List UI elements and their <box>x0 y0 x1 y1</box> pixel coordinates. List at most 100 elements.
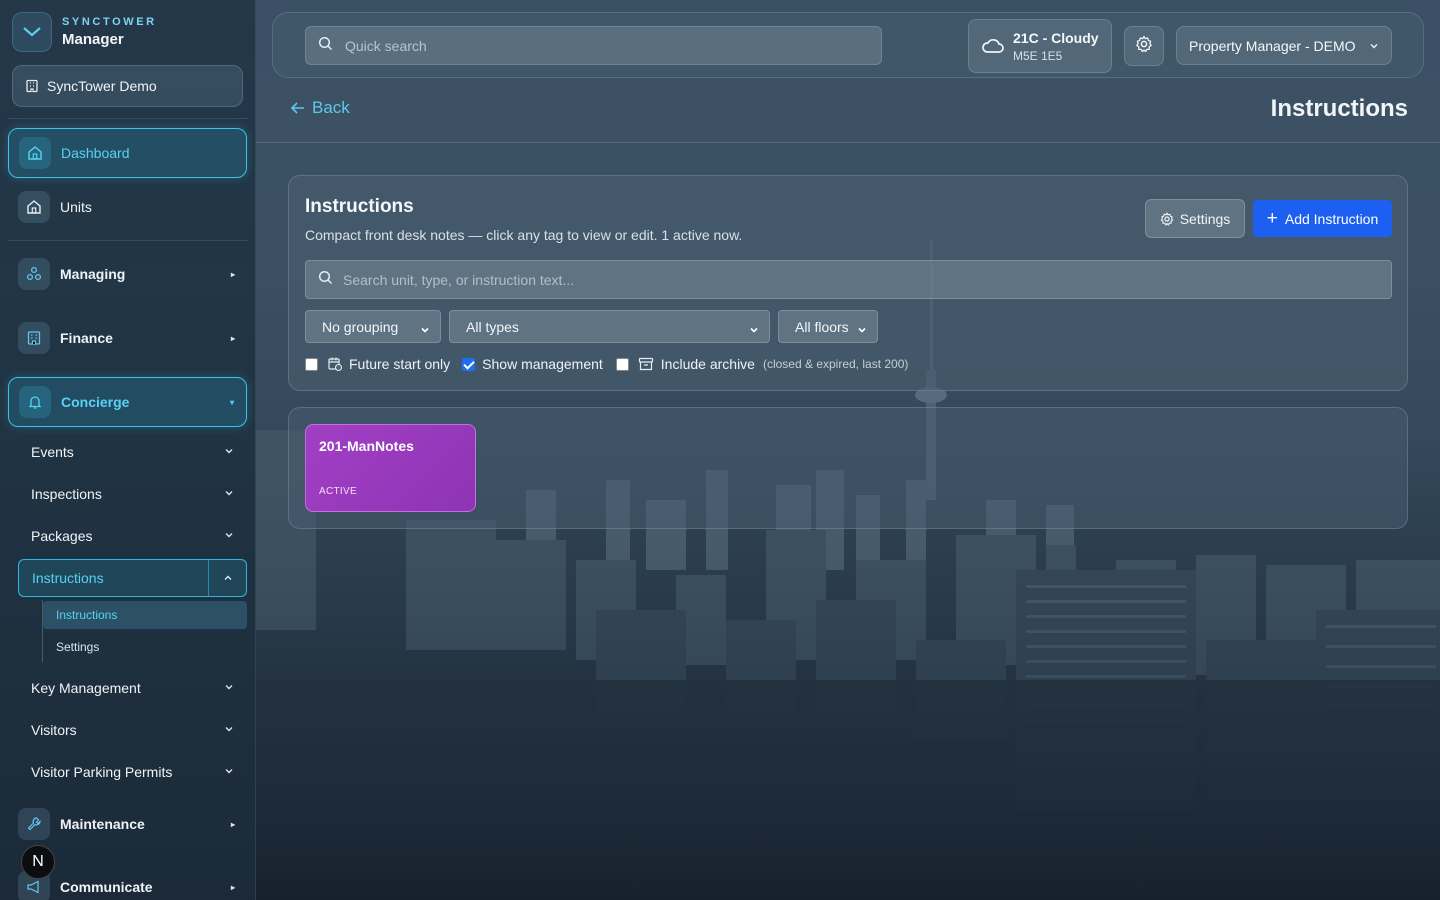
settings-button[interactable]: Settings <box>1145 199 1245 238</box>
brand-subtitle: SYNCTOWER <box>62 16 157 28</box>
filter-row: Future start only Show management Includ… <box>305 356 908 372</box>
show-management-filter[interactable]: Show management <box>462 356 603 372</box>
building-icon <box>25 79 39 93</box>
wrench-icon <box>18 808 50 840</box>
home-icon <box>18 191 50 223</box>
caret-right-icon: ▸ <box>230 819 235 829</box>
sidebar-item-managing[interactable]: Managing ▸ <box>8 249 247 299</box>
instruction-tag-name: 201-ManNotes <box>319 438 414 454</box>
brand-logo-icon <box>12 12 52 52</box>
instruction-tag-status: ACTIVE <box>319 486 357 497</box>
include-archive-checkbox[interactable] <box>615 357 629 371</box>
sidebar-subitem-events[interactable]: Events <box>18 433 247 471</box>
cloud-icon <box>981 37 1005 55</box>
instruction-search-input[interactable] <box>343 271 1343 288</box>
network-icon <box>18 258 50 290</box>
chevron-down-icon <box>223 528 235 544</box>
sidebar-item-label: Concierge <box>61 394 130 410</box>
future-start-label: Future start only <box>349 356 451 372</box>
sidebar-subitem-label: Visitors <box>31 722 77 738</box>
assistant-badge[interactable]: N <box>21 845 55 879</box>
chevron-down-icon <box>223 444 235 460</box>
divider <box>8 240 248 241</box>
sidebar-item-units[interactable]: Units <box>8 182 247 232</box>
sidebar-item-label: Managing <box>60 266 126 282</box>
sidebar-item-concierge[interactable]: Concierge ▾ <box>8 377 247 427</box>
building-selector[interactable]: SyncTower Demo <box>12 65 243 107</box>
chevron-down-icon <box>420 322 430 338</box>
quick-search-input[interactable] <box>345 37 845 54</box>
panel-description: Compact front desk notes — click any tag… <box>305 227 743 243</box>
archive-note: (closed & expired, last 200) <box>762 357 909 371</box>
chevron-down-icon <box>749 322 759 338</box>
floor-value: All floors <box>795 318 849 335</box>
chevron-down-icon <box>223 764 235 780</box>
grouping-value: No grouping <box>322 318 399 335</box>
type-select[interactable]: All types <box>449 310 770 343</box>
future-start-filter[interactable]: Future start only <box>305 356 450 372</box>
add-instruction-button[interactable]: + Add Instruction <box>1253 200 1392 237</box>
type-value: All types <box>466 318 519 335</box>
floor-select[interactable]: All floors <box>778 310 878 343</box>
chevron-down-icon <box>223 486 235 502</box>
sidebar: SYNCTOWER Manager SyncTower Demo Dashboa… <box>0 0 256 900</box>
instruction-search[interactable] <box>305 260 1392 299</box>
sidebar-subitem-label: Events <box>31 444 74 460</box>
sidebar-subitem-key-management[interactable]: Key Management <box>18 669 247 707</box>
sidebar-subitem-packages[interactable]: Packages <box>18 517 247 555</box>
include-archive-label: Include archive <box>660 356 755 372</box>
grouping-select[interactable]: No grouping <box>305 310 441 343</box>
sidebar-item-dashboard[interactable]: Dashboard <box>8 128 247 178</box>
gear-icon <box>1160 211 1174 226</box>
search-icon <box>318 270 333 290</box>
sidebar-subitem-visitor-parking[interactable]: Visitor Parking Permits <box>18 753 247 791</box>
chevron-up-icon[interactable] <box>208 560 246 596</box>
archive-icon <box>638 357 653 371</box>
sidebar-item-finance[interactable]: Finance ▸ <box>8 313 247 363</box>
sidebar-subitem-inspections[interactable]: Inspections <box>18 475 247 513</box>
settings-button-label: Settings <box>1179 210 1231 227</box>
chevron-down-icon <box>223 680 235 696</box>
instruction-tag[interactable]: 201-ManNotes ACTIVE <box>305 424 476 512</box>
sidebar-item-label: Finance <box>60 330 113 346</box>
sidebar-item-maintenance[interactable]: Maintenance ▸ <box>8 799 247 849</box>
user-label: Property Manager - DEMO <box>1189 37 1356 54</box>
instructions-panel: Instructions Compact front desk notes — … <box>288 175 1408 391</box>
search-icon <box>318 36 333 56</box>
bank-icon <box>18 322 50 354</box>
plus-icon: + <box>1266 208 1278 229</box>
page-title: Instructions <box>1270 95 1408 122</box>
weather-postal: M5E 1E5 <box>1013 48 1063 63</box>
sidebar-item-label: Maintenance <box>60 816 145 832</box>
sidebar-subitem-label: Instructions <box>32 570 104 586</box>
building-name: SyncTower Demo <box>47 78 157 94</box>
back-label: Back <box>312 98 350 117</box>
show-management-checkbox[interactable] <box>462 357 476 371</box>
chevron-down-icon <box>1368 40 1380 52</box>
page-header: Back Instructions <box>256 78 1440 143</box>
quick-search[interactable] <box>305 26 882 65</box>
sidebar-subitem-visitors[interactable]: Visitors <box>18 711 247 749</box>
include-archive-filter[interactable]: Include archive (closed & expired, last … <box>615 356 909 372</box>
sidebar-subitem-label: Key Management <box>31 680 141 696</box>
chevron-down-icon <box>223 722 235 738</box>
caret-down-icon: ▾ <box>229 397 234 407</box>
sidebar-subitem-label: Inspections <box>31 486 102 502</box>
sidebar-item-label: Units <box>60 199 92 215</box>
home-icon <box>19 137 51 169</box>
user-menu-button[interactable]: Property Manager - DEMO <box>1176 26 1392 65</box>
divider <box>8 118 248 119</box>
sidebar-subitem-instructions[interactable]: Instructions <box>18 559 247 597</box>
weather-widget[interactable]: 21C - Cloudy M5E 1E5 <box>968 19 1112 73</box>
caret-right-icon: ▸ <box>230 269 235 279</box>
brand[interactable]: SYNCTOWER Manager <box>12 12 157 52</box>
future-start-checkbox[interactable] <box>305 357 318 371</box>
sidebar-subsubitem-settings[interactable]: Settings <box>43 633 247 661</box>
gear-icon <box>1135 35 1153 58</box>
add-instruction-label: Add Instruction <box>1284 210 1379 227</box>
sidebar-item-label: Communicate <box>60 879 153 895</box>
back-link[interactable]: Back <box>290 98 350 118</box>
sidebar-subsubitem-instructions[interactable]: Instructions <box>43 601 247 629</box>
sidebar-item-label: Dashboard <box>61 145 130 161</box>
settings-gear-button[interactable] <box>1124 26 1164 66</box>
